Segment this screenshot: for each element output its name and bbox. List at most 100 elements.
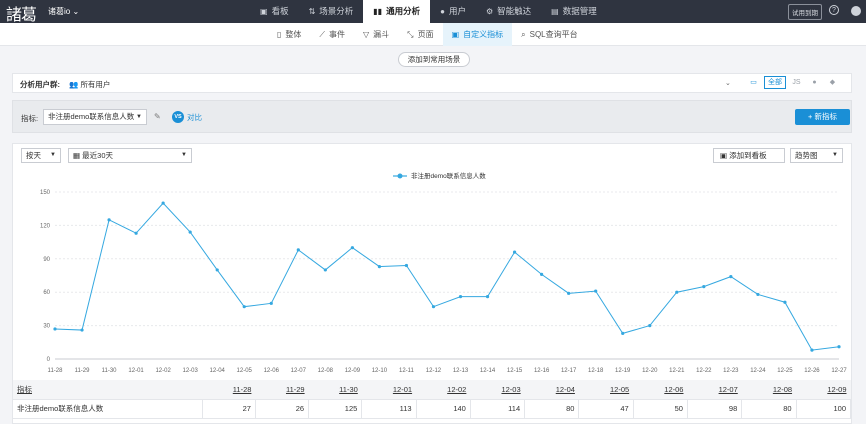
help-icon[interactable]: ? — [829, 5, 839, 15]
y-tick-label: 150 — [40, 190, 51, 196]
data-point — [675, 290, 679, 294]
table-cell: 26 — [255, 399, 310, 419]
x-tick-label: 12-03 — [182, 368, 198, 374]
table-header-row: 指标 11-28 11-29 11-30 12-01 12-02 12-03 12-04 12-… — [13, 380, 851, 400]
caret-down-icon: ▼ — [50, 152, 56, 158]
tab-2[interactable]: ▽ 漏斗 — [354, 23, 398, 46]
y-tick-label: 90 — [43, 257, 50, 263]
nav-item-1[interactable]: ⇅ 场景分析 — [299, 0, 364, 23]
table-column-header[interactable]: 11-29 — [255, 380, 309, 400]
edit-pencil-icon[interactable]: ✎ — [154, 112, 161, 121]
nav-item-label: 智能触达 — [497, 6, 532, 16]
metric-select[interactable]: 非注册demo联系信息人数 ▼ — [43, 109, 147, 125]
nav-icon: ▣ — [260, 7, 268, 16]
table-cell: 80 — [524, 399, 580, 419]
data-point — [485, 295, 490, 299]
data-point — [242, 305, 246, 309]
table-column-header[interactable]: 11-30 — [308, 380, 362, 400]
android-icon[interactable]: ◆ — [825, 76, 840, 89]
x-tick-label: 12-06 — [264, 368, 280, 374]
data-point — [404, 263, 409, 268]
main-nav: ▣ 看板 ⇅ 场景分析 ▮▮ 通用分析 ● 用户 ⚙ 智能触达 ▤ 数据管理 — [250, 0, 607, 23]
tab-3[interactable]: ⤡ 页面 — [398, 23, 442, 46]
nav-item-3[interactable]: ● 用户 — [430, 0, 476, 23]
board-icon: ▣ — [720, 151, 730, 160]
data-point — [621, 331, 625, 335]
calendar-icon: ▦ — [73, 151, 83, 160]
granularity-select[interactable]: 按天 ▼ — [21, 148, 61, 163]
nav-icon: ● — [440, 7, 445, 16]
table-cell: 100 — [796, 399, 852, 419]
trial-expiry-badge[interactable]: 试用到期 — [788, 4, 822, 20]
y-tick-label: 30 — [43, 324, 50, 330]
nav-item-4[interactable]: ⚙ 智能触达 — [476, 0, 541, 23]
add-to-board-label: 添加到看板 — [729, 151, 767, 160]
table-column-header[interactable]: 12-01 — [361, 380, 417, 400]
caret-down-icon: ▼ — [181, 152, 187, 158]
user-avatar-icon[interactable] — [851, 6, 861, 16]
table-column-header[interactable]: 12-06 — [633, 380, 688, 400]
x-tick-label: 12-19 — [615, 368, 631, 374]
add-to-scene-button[interactable]: 添加到常用场景 — [398, 52, 470, 67]
legend-marker — [397, 173, 403, 179]
x-tick-label: 12-20 — [642, 368, 658, 374]
nav-item-2[interactable]: ▮▮ 通用分析 — [363, 0, 431, 23]
compare-link[interactable]: 对比 — [187, 112, 202, 123]
metric-value: 非注册demo联系信息人数 — [48, 112, 135, 121]
table-column-header[interactable]: 12-08 — [741, 380, 797, 400]
data-point — [512, 250, 517, 254]
table-column-header[interactable]: 12-03 — [470, 380, 525, 400]
js-icon[interactable]: JS — [789, 76, 804, 89]
table-column-header[interactable]: 12-04 — [524, 380, 579, 400]
nav-item-5[interactable]: ▤ 数据管理 — [541, 0, 607, 23]
user-group-select[interactable]: 👥 所有用户 — [69, 79, 110, 90]
tab-0[interactable]: ▯ 整体 — [268, 23, 310, 46]
x-tick-label: 12-26 — [804, 368, 820, 374]
compare-vs-icon[interactable]: VS — [172, 111, 184, 123]
tab-5[interactable]: ⌕ SQL查询平台 — [512, 23, 587, 46]
x-tick-label: 12-13 — [453, 368, 469, 374]
table-row-label: 非注册demo联系信息人数 — [13, 399, 203, 419]
table-column-header[interactable]: 12-09 — [796, 380, 851, 400]
desktop-icon[interactable]: ▭ — [746, 76, 761, 89]
nav-item-label: 用户 — [448, 6, 466, 16]
tab-1[interactable]: ⟋ 事件 — [310, 23, 354, 46]
chart-type-select[interactable]: 趋势图 ▼ — [790, 148, 843, 163]
table-cell: 113 — [361, 399, 417, 419]
platform-all-button[interactable]: 全部 — [764, 76, 786, 89]
data-point — [188, 230, 192, 234]
x-tick-label: 11-28 — [48, 368, 64, 374]
table-column-header[interactable]: 12-07 — [687, 380, 742, 400]
tab-icon: ▣ — [451, 30, 460, 39]
table-column-header[interactable]: 11-28 — [202, 380, 256, 400]
table-column-header[interactable]: 12-02 — [416, 380, 471, 400]
nav-item-0[interactable]: ▣ 看板 — [250, 0, 299, 23]
top-navigation-bar: 諸葛 诸葛io ⌄ ▣ 看板 ⇅ 场景分析 ▮▮ 通用分析 ● 用户 ⚙ 智能触达 ▤ 数据管理 试用… — [0, 0, 866, 25]
chevron-down-icon[interactable]: ⌄ — [725, 79, 731, 87]
app-logo[interactable]: 諸葛 — [6, 1, 37, 25]
data-point — [269, 301, 273, 305]
new-metric-button[interactable]: + 新指标 — [795, 109, 850, 125]
data-point — [161, 201, 165, 205]
data-point — [810, 348, 814, 352]
y-tick-label: 120 — [40, 223, 51, 229]
data-point — [323, 268, 327, 272]
project-switcher[interactable]: 诸葛io ⌄ — [48, 6, 79, 17]
table-header-label[interactable]: 指标 — [13, 380, 203, 400]
x-tick-label: 12-23 — [723, 368, 739, 374]
table-row: 非注册demo联系信息人数 27 26 125 113 140 114 80 47 50 98 80 1… — [13, 399, 852, 419]
add-to-board-button[interactable]: ▣ 添加到看板 — [713, 148, 785, 163]
date-range-value: 最近30天 — [82, 151, 114, 160]
data-point — [567, 291, 571, 295]
caret-down-icon: ▼ — [832, 152, 838, 158]
tab-4[interactable]: ▣ 自定义指标 — [442, 23, 513, 46]
x-tick-label: 12-22 — [696, 368, 712, 374]
apple-icon[interactable]: ● — [807, 76, 822, 89]
x-tick-label: 12-27 — [831, 368, 847, 374]
data-point — [648, 324, 652, 328]
x-tick-label: 12-21 — [669, 368, 685, 374]
date-range-select[interactable]: ▦ 最近30天 ▼ — [68, 148, 192, 163]
table-column-header[interactable]: 12-05 — [578, 380, 634, 400]
tab-label: SQL查询平台 — [529, 30, 578, 39]
tab-label: 漏斗 — [373, 30, 390, 39]
